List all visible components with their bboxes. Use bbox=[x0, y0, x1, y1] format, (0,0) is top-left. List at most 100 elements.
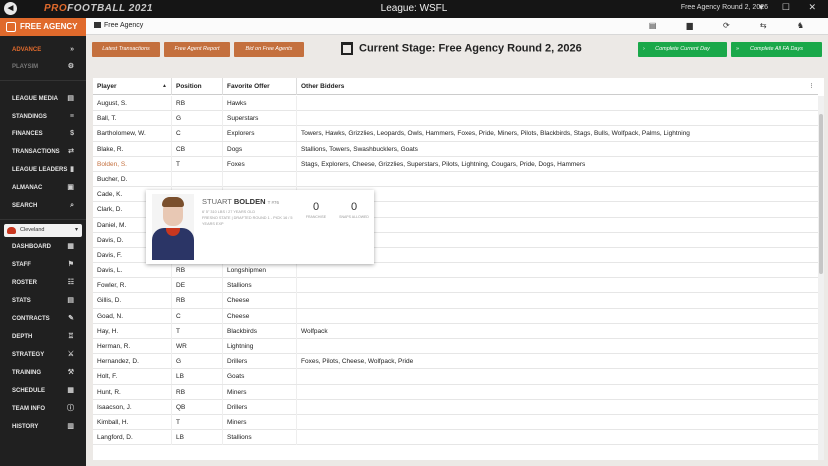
sidebar-item-dashboard[interactable]: DASHBOARD ▦ bbox=[0, 239, 86, 255]
favorite-offer-cell: Stallions bbox=[223, 430, 297, 446]
other-bidders-cell bbox=[297, 187, 812, 202]
table-row[interactable]: Langford, D. LB Stallions bbox=[93, 430, 818, 446]
stats-icon: ▤ bbox=[67, 297, 74, 304]
player-name-cell: Hunt, R. bbox=[93, 384, 172, 400]
column-header-favorite-offer[interactable]: Favorite Offer bbox=[223, 78, 297, 95]
dumbbell-icon: ⚒ bbox=[67, 369, 74, 376]
column-header-player[interactable]: Player ▲ bbox=[93, 78, 172, 95]
sidebar-item-playsim[interactable]: PLAYSIM ⚙ bbox=[0, 59, 86, 75]
table-row[interactable]: Ball, T. G Superstars bbox=[93, 111, 818, 127]
contract-icon: ✎ bbox=[68, 315, 74, 322]
sidebar-item-roster[interactable]: ROSTER ☷ bbox=[0, 275, 86, 291]
sidebar-item-standings[interactable]: STANDINGS ≡ bbox=[0, 109, 86, 125]
favorite-offer-cell: Superstars bbox=[223, 111, 297, 127]
other-bidders-cell bbox=[297, 400, 812, 415]
position-cell: LB bbox=[172, 430, 223, 446]
table-row[interactable]: Goad, N. C Cheese bbox=[93, 308, 818, 324]
complete-all-fa-days-button[interactable]: » Complete All FA Days bbox=[731, 42, 822, 57]
sidebar-item-contracts[interactable]: CONTRACTS ✎ bbox=[0, 311, 86, 327]
sidebar-item-stats[interactable]: STATS ▤ bbox=[0, 293, 86, 309]
sidebar-item-transactions[interactable]: TRANSACTIONS ⇄ bbox=[0, 144, 86, 160]
other-bidders-cell bbox=[297, 278, 812, 293]
position-cell: C bbox=[172, 126, 223, 142]
free-agency-icon bbox=[6, 21, 16, 32]
table-row[interactable]: Herman, R. WR Lightning bbox=[93, 339, 818, 355]
sidebar-item-schedule[interactable]: SCHEDULE ▦ bbox=[0, 383, 86, 399]
column-header-other-bidders[interactable]: Other Bidders ⋮ bbox=[297, 78, 818, 95]
sidebar-item-almanac[interactable]: ALMANAC ▣ bbox=[0, 180, 86, 196]
favorite-offer-cell: Foxes bbox=[223, 156, 297, 172]
column-menu-icon[interactable]: ⋮ bbox=[809, 78, 814, 95]
strategy-icon: ⚔ bbox=[67, 351, 74, 358]
favorite-offer-cell: Explorers bbox=[223, 126, 297, 142]
fast-forward-icon: » bbox=[70, 46, 74, 53]
scrollbar-thumb[interactable] bbox=[819, 114, 823, 274]
player-name-cell: Davis, L. bbox=[93, 263, 172, 279]
table-row[interactable]: Kimball, H. T Miners bbox=[93, 414, 818, 431]
free-agent-report-button[interactable]: Free Agent Report bbox=[164, 42, 230, 57]
position-cell: T bbox=[172, 414, 223, 430]
sidebar-item-training[interactable]: TRAINING ⚒ bbox=[0, 365, 86, 381]
divider bbox=[0, 219, 86, 220]
table-row[interactable]: Hernandez, D. G Drillers Foxes, Pilots, Che… bbox=[93, 354, 818, 370]
table-row[interactable]: Bartholomew, W. C Explorers Towers, Hawks, … bbox=[93, 126, 818, 142]
bid-on-free-agents-button[interactable]: Bid on Free Agents bbox=[234, 42, 304, 57]
toolbar-icons[interactable]: ▤ ▆ ⟳ ⇆ ♞ bbox=[649, 21, 818, 30]
table-row[interactable]: Davis, L. RB Longshipmen bbox=[93, 263, 818, 279]
complete-current-day-button[interactable]: › Complete Current Day bbox=[638, 42, 727, 57]
column-header-position[interactable]: Position bbox=[172, 78, 223, 95]
favorite-offer-cell: Longshipmen bbox=[223, 263, 297, 279]
table-row[interactable]: Gillis, D. RB Cheese bbox=[93, 293, 818, 309]
sidebar-item-league-media[interactable]: LEAGUE MEDIA ▤ bbox=[0, 91, 86, 107]
table-row[interactable]: Isaacson, J. QB Drillers bbox=[93, 399, 818, 415]
favorite-offer-cell bbox=[223, 171, 297, 187]
player-name-cell: Bolden, S. bbox=[93, 156, 172, 172]
sidebar-item-strategy[interactable]: STRATEGY ⚔ bbox=[0, 347, 86, 363]
sidebar-item-league-leaders[interactable]: LEAGUE LEADERS ▮ bbox=[0, 162, 86, 178]
position-cell: LB bbox=[172, 369, 223, 385]
table-row[interactable]: Blake, R. CB Dogs Stallions, Towers, Swashb… bbox=[93, 141, 818, 157]
table-row[interactable]: Bolden, S. T Foxes Stags, Explorers, Cheese… bbox=[93, 156, 818, 172]
depth-chart-icon: ♖ bbox=[67, 333, 74, 340]
player-photo bbox=[152, 194, 194, 260]
player-name-cell: Holt, F. bbox=[93, 369, 172, 385]
other-bidders-cell bbox=[297, 415, 812, 430]
player-card-name: STUART BOLDEN T #76 bbox=[202, 197, 280, 206]
table-row[interactable]: Hunt, R. RB Miners bbox=[93, 384, 818, 400]
sidebar-item-advance[interactable]: ADVANCE» bbox=[0, 42, 86, 58]
gear-icon: ⚙ bbox=[67, 63, 74, 70]
favorite-offer-cell: Drillers bbox=[223, 354, 297, 370]
player-name-cell: Gillis, D. bbox=[93, 293, 172, 309]
latest-transactions-button[interactable]: Latest Transactions bbox=[92, 42, 160, 57]
sidebar-item-staff[interactable]: STAFF ⚑ bbox=[0, 257, 86, 273]
sidebar-item-depth[interactable]: DEPTH ♖ bbox=[0, 329, 86, 345]
position-cell: RB bbox=[172, 293, 223, 309]
favorite-offer-cell: Lightning bbox=[223, 339, 297, 354]
main-panel: Free Agency ▤ ▆ ⟳ ⇆ ♞ Latest Transaction… bbox=[86, 18, 828, 466]
other-bidders-cell bbox=[297, 339, 812, 354]
table-row[interactable]: Holt, F. LB Goats bbox=[93, 369, 818, 385]
favorite-offer-cell: Cheese bbox=[223, 308, 297, 324]
other-bidders-cell bbox=[297, 233, 812, 248]
position-cell: T bbox=[172, 156, 223, 172]
sidebar-item-history[interactable]: HISTORY ▥ bbox=[0, 419, 86, 435]
other-bidders-cell: Wolfpack bbox=[301, 327, 328, 335]
player-name-cell: Isaacson, J. bbox=[93, 399, 172, 415]
sidebar-item-team-info[interactable]: TEAM INFO ⓘ bbox=[0, 401, 86, 417]
team-select[interactable]: Cleveland ▾ bbox=[4, 224, 82, 237]
dashboard-icon: ▦ bbox=[67, 243, 74, 250]
table-row[interactable]: Fowler, R. DE Stallions bbox=[93, 278, 818, 294]
dollar-icon: $ bbox=[70, 130, 74, 137]
player-name-cell: Goad, N. bbox=[93, 308, 172, 324]
table-row[interactable]: Bucher, D. bbox=[93, 171, 818, 188]
roster-icon: ☷ bbox=[67, 279, 74, 286]
table-row[interactable]: August, S. RB Hawks bbox=[93, 96, 818, 112]
window-controls[interactable]: ▾ ☐ ✕ bbox=[759, 2, 824, 13]
player-name-cell: Ball, T. bbox=[93, 111, 172, 127]
position-cell: C bbox=[172, 308, 223, 324]
player-name-cell: Bucher, D. bbox=[93, 171, 172, 187]
sidebar-item-search[interactable]: SEARCH ⌕ bbox=[0, 198, 86, 214]
table-row[interactable]: Hay, H. T Blackbirds Wolfpack bbox=[93, 323, 818, 339]
vertical-scrollbar[interactable] bbox=[818, 96, 824, 460]
sidebar-item-finances[interactable]: FINANCES $ bbox=[0, 126, 86, 142]
